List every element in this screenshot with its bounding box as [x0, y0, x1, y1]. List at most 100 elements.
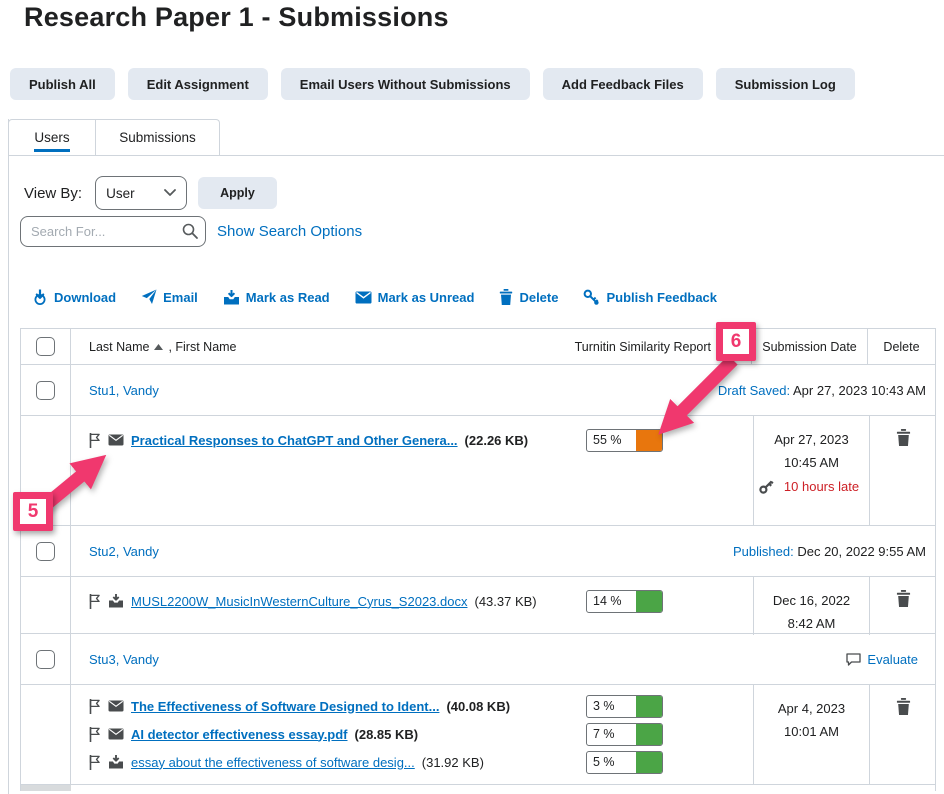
submission-log-button[interactable]: Submission Log — [716, 68, 855, 100]
view-by-row: View By: User Apply — [24, 176, 277, 210]
delete-action[interactable]: Delete — [499, 289, 558, 305]
submission-date-cell-stu3: Apr 4, 2023 10:01 AM — [753, 685, 869, 784]
chevron-down-icon — [164, 189, 176, 197]
file-entry: essay about the effectiveness of softwar… — [89, 748, 586, 776]
mark-unread-icon — [355, 291, 372, 304]
status-stu1: Draft Saved: Apr 27, 2023 10:43 AM — [718, 383, 926, 398]
envelope-closed-icon — [108, 700, 124, 712]
flag-icon[interactable] — [89, 727, 101, 742]
toolbar: Publish All Edit Assignment Email Users … — [10, 68, 855, 100]
flag-icon[interactable] — [89, 755, 101, 770]
column-header-delete: Delete — [867, 329, 935, 364]
trash-icon — [499, 289, 513, 305]
speech-bubble-icon — [846, 653, 861, 666]
file-link[interactable]: MUSL2200W_MusicInWesternCulture_Cyrus_S2… — [131, 594, 467, 609]
download-icon — [32, 289, 48, 305]
flag-icon[interactable] — [89, 433, 101, 448]
similarity-color-block — [636, 696, 662, 717]
flag-icon[interactable] — [89, 594, 101, 609]
tab-strip: Users Submissions — [8, 119, 944, 156]
student-row-stu2: Stu2, Vandy Published: Dec 20, 2022 9:55… — [21, 526, 935, 577]
add-feedback-files-button[interactable]: Add Feedback Files — [543, 68, 703, 100]
similarity-color-block — [636, 724, 662, 745]
delete-submission-button[interactable] — [896, 698, 911, 715]
row-checkbox-stu3[interactable] — [36, 650, 55, 669]
student-row-stu3: Stu3, Vandy Evaluate — [21, 634, 935, 685]
envelope-closed-icon — [108, 728, 124, 740]
publish-feedback-action[interactable]: Publish Feedback — [583, 289, 717, 305]
delete-submission-button[interactable] — [896, 590, 911, 607]
column-header-submission-date: Submission Date — [751, 329, 867, 364]
status-stu2: Published: Dec 20, 2022 9:55 AM — [733, 544, 926, 559]
similarity-color-block — [636, 591, 662, 612]
file-link[interactable]: AI detector effectiveness essay.pdf — [131, 727, 348, 742]
file-size: (43.37 KB) — [474, 594, 536, 609]
download-action[interactable]: Download — [32, 289, 116, 305]
select-all-checkbox[interactable] — [36, 337, 55, 356]
panel-left-border — [8, 119, 9, 794]
evaluate-link[interactable]: Evaluate — [846, 652, 918, 667]
similarity-color-block — [636, 430, 662, 451]
delete-submission-button[interactable] — [896, 429, 911, 446]
publish-feedback-key-icon — [583, 289, 600, 305]
email-action[interactable]: Email — [141, 289, 198, 305]
student-name-link-stu1[interactable]: Stu1, Vandy — [89, 383, 159, 398]
envelope-closed-icon — [108, 434, 124, 446]
view-by-label: View By: — [24, 185, 82, 202]
similarity-score[interactable]: 5 % — [586, 751, 663, 774]
row-checkbox-stu2[interactable] — [36, 542, 55, 561]
file-row-stu2: MUSL2200W_MusicInWesternCulture_Cyrus_S2… — [21, 577, 935, 634]
student-name-link-stu3[interactable]: Stu3, Vandy — [89, 652, 159, 667]
search-icon[interactable] — [181, 222, 199, 240]
file-link[interactable]: essay about the effectiveness of softwar… — [131, 755, 415, 770]
tab-users[interactable]: Users — [9, 120, 95, 155]
show-search-options-link[interactable]: Show Search Options — [217, 223, 362, 240]
similarity-score[interactable]: 55 % — [586, 429, 663, 452]
file-row-stu1: Practical Responses to ChatGPT and Other… — [21, 416, 935, 526]
file-link[interactable]: Practical Responses to ChatGPT and Other… — [131, 433, 458, 448]
file-size: (40.08 KB) — [446, 699, 510, 714]
table-header-row: Last Name , First Name Turnitin Similari… — [21, 329, 935, 365]
search-input[interactable] — [20, 216, 206, 247]
student-name-link-stu2[interactable]: Stu2, Vandy — [89, 544, 159, 559]
file-entry: MUSL2200W_MusicInWesternCulture_Cyrus_S2… — [89, 587, 586, 615]
apply-button[interactable]: Apply — [198, 177, 277, 209]
tab-submissions[interactable]: Submissions — [95, 120, 219, 155]
publish-all-button[interactable]: Publish All — [10, 68, 115, 100]
mark-as-unread-action[interactable]: Mark as Unread — [355, 290, 475, 305]
similarity-color-block — [636, 752, 662, 773]
file-row-stu3: The Effectiveness of Software Designed t… — [21, 685, 935, 785]
page-title: Research Paper 1 - Submissions — [24, 2, 449, 33]
search-row: Show Search Options — [20, 216, 362, 247]
email-users-without-submissions-button[interactable]: Email Users Without Submissions — [281, 68, 530, 100]
envelope-read-icon — [108, 594, 124, 608]
mark-as-read-action[interactable]: Mark as Read — [223, 290, 330, 305]
action-bar: Download Email Mark as Read Mark as Unre… — [32, 289, 717, 305]
late-badge: 10 hours late — [779, 475, 865, 498]
file-size: (22.26 KB) — [465, 433, 529, 448]
similarity-score[interactable]: 14 % — [586, 590, 663, 613]
file-entry: The Effectiveness of Software Designed t… — [89, 692, 586, 720]
file-entry: AI detector effectiveness essay.pdf (28.… — [89, 720, 586, 748]
send-email-icon — [141, 289, 157, 305]
edit-assignment-button[interactable]: Edit Assignment — [128, 68, 268, 100]
submission-date-cell-stu1: Apr 27, 2023 10:45 AM 10 hours late — [753, 416, 869, 525]
similarity-score[interactable]: 3 % — [586, 695, 663, 718]
callout-badge-6: 6 — [716, 322, 756, 361]
similarity-score[interactable]: 7 % — [586, 723, 663, 746]
flag-icon[interactable] — [89, 699, 101, 714]
submissions-page: Research Paper 1 - Submissions Publish A… — [0, 0, 944, 794]
file-size: (31.92 KB) — [422, 755, 484, 770]
envelope-read-icon — [108, 755, 124, 769]
submissions-table: Last Name , First Name Turnitin Similari… — [20, 328, 936, 791]
file-entry: Practical Responses to ChatGPT and Other… — [89, 426, 586, 454]
callout-badge-5: 5 — [13, 492, 53, 531]
submission-date-cell-stu2: Dec 16, 2022 8:42 AM — [753, 577, 869, 635]
row-checkbox-stu1[interactable] — [36, 381, 55, 400]
column-header-similarity: Turnitin Similarity Report — [575, 340, 711, 354]
view-by-select[interactable]: User — [95, 176, 187, 210]
key-late-icon — [759, 479, 774, 494]
file-link[interactable]: The Effectiveness of Software Designed t… — [131, 699, 439, 714]
column-header-name[interactable]: Last Name , First Name — [71, 340, 575, 354]
mark-read-icon — [223, 290, 240, 305]
